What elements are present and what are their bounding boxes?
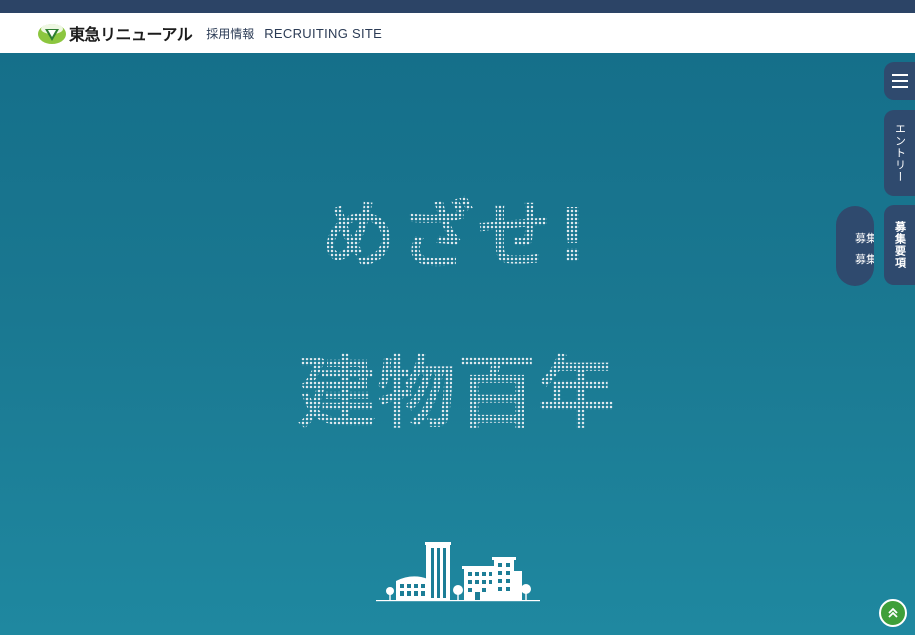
requirements-hover-tab[interactable]: 募集要 募集要: [836, 206, 874, 286]
site-label: 採用情報: [206, 26, 255, 41]
site-header: 東急リニューアル 採用情報 RECRUITING SITE: [0, 13, 915, 53]
hamburger-icon: [891, 74, 908, 88]
back-to-top-button[interactable]: [879, 599, 907, 627]
city-buildings-illustration: [376, 542, 540, 602]
site-label-en: RECRUITING SITE: [264, 25, 383, 41]
requirements-label: 募集要項: [893, 221, 907, 269]
hero-headline-2: 建物百年: [0, 331, 915, 443]
logo-text: 東急リニューアル: [69, 25, 193, 44]
requirements-button[interactable]: 募集要項: [884, 205, 915, 285]
logo-mark-icon: [38, 24, 66, 44]
entry-button[interactable]: エントリー: [884, 110, 915, 196]
requirements-hover-text-2: 募集要: [855, 253, 874, 266]
company-logo[interactable]: 東急リニューアル: [37, 20, 193, 46]
requirements-hover-text-1: 募集要: [855, 232, 874, 245]
hero-headline-1-text: めざせ!: [321, 193, 594, 279]
hero-headline-2-text: 建物百年: [297, 349, 618, 439]
top-strip: [0, 0, 915, 13]
hero-headline-1: めざせ!: [0, 176, 915, 283]
entry-label: エントリー: [893, 123, 907, 183]
double-chevron-up-icon: [888, 607, 898, 618]
menu-button[interactable]: [884, 62, 915, 100]
hero-section: めざせ! 建物百年: [0, 53, 915, 635]
